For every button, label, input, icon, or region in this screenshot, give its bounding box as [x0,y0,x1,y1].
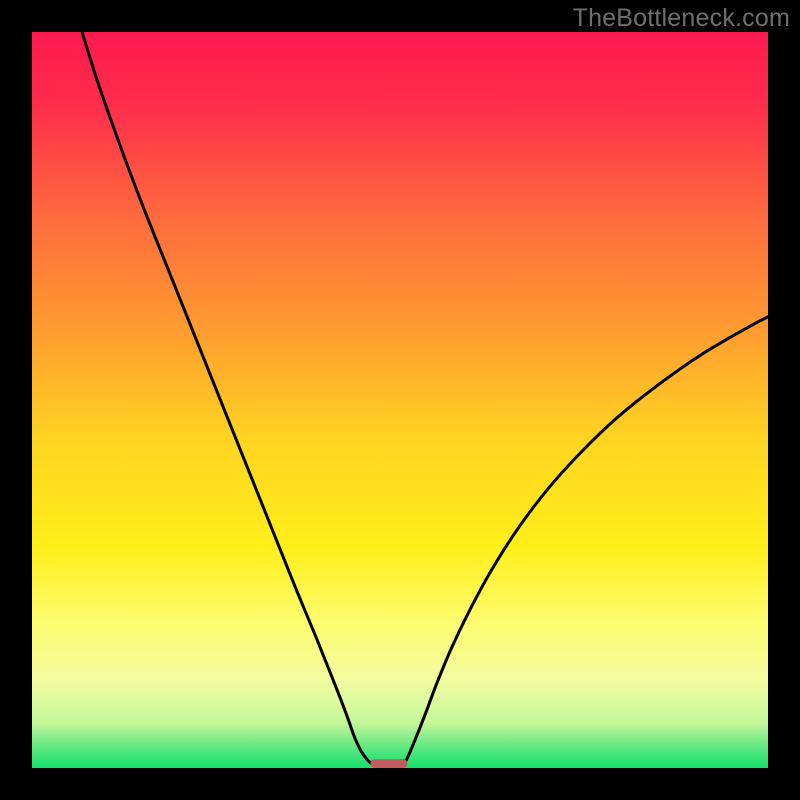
bottleneck-chart [32,32,768,768]
bottleneck-marker [371,759,408,768]
watermark-text: TheBottleneck.com [573,4,790,33]
chart-background [32,32,768,768]
chart-frame: TheBottleneck.com [0,0,800,800]
